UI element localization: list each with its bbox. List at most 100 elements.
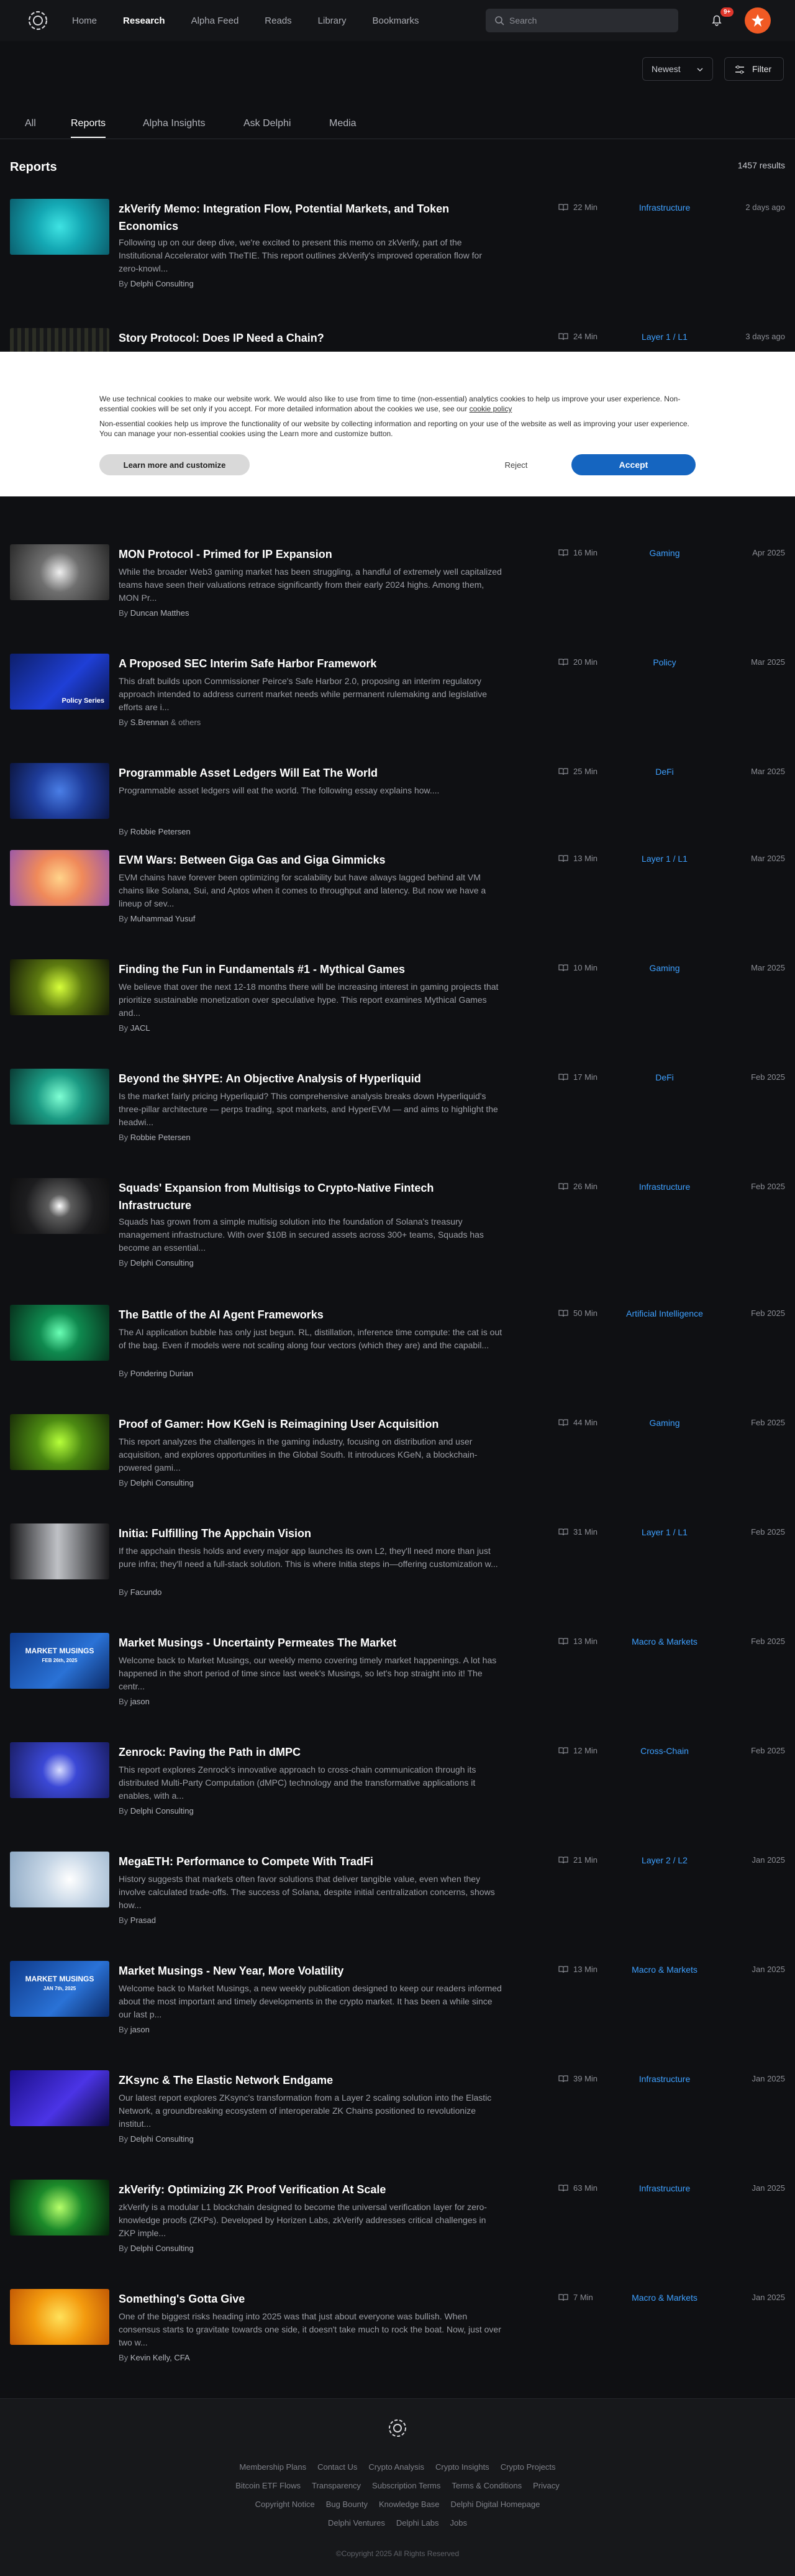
report-title[interactable]: The Battle of the AI Agent Frameworks bbox=[119, 1306, 473, 1323]
nav-bookmarks[interactable]: Bookmarks bbox=[373, 16, 419, 26]
market-musings-thumbnail[interactable]: MARKET MUSINGS FEB 26th, 2025 bbox=[10, 1633, 109, 1689]
nav-alpha-feed[interactable]: Alpha Feed bbox=[191, 16, 239, 26]
list-item[interactable]: EVM Wars: Between Giga Gas and Giga Gimm… bbox=[0, 850, 795, 956]
policy-series-thumbnail[interactable]: Policy Series bbox=[10, 654, 109, 710]
report-title[interactable]: A Proposed SEC Interim Safe Harbor Frame… bbox=[119, 655, 473, 672]
category-tag[interactable]: Layer 1 / L1 bbox=[621, 332, 708, 342]
author-name[interactable]: Delphi Consulting bbox=[130, 1258, 194, 1267]
report-title[interactable]: Initia: Fulfilling The Appchain Vision bbox=[119, 1525, 473, 1542]
list-item[interactable]: Zenrock: Paving the Path in dMPC This re… bbox=[0, 1742, 795, 1848]
author-name[interactable]: Prasad bbox=[130, 1916, 156, 1925]
nav-home[interactable]: Home bbox=[72, 16, 97, 26]
zkverify-thumbnail[interactable] bbox=[10, 199, 109, 255]
category-tag[interactable]: Artificial Intelligence bbox=[621, 1309, 708, 1318]
tab-ask-delphi[interactable]: Ask Delphi bbox=[243, 118, 291, 137]
footer-link[interactable]: Copyright Notice bbox=[255, 2500, 315, 2509]
search-input[interactable]: Search bbox=[486, 9, 678, 32]
footer-link[interactable]: Subscription Terms bbox=[372, 2481, 440, 2490]
list-item[interactable]: MON Protocol - Primed for IP Expansion W… bbox=[0, 544, 795, 650]
footer-link[interactable]: Bug Bounty bbox=[326, 2500, 368, 2509]
learn-more-button[interactable]: Learn more and customize bbox=[99, 454, 250, 475]
report-title[interactable]: Market Musings - New Year, More Volatili… bbox=[119, 1962, 473, 1980]
author-name[interactable]: jason bbox=[130, 2025, 150, 2034]
sort-select[interactable]: Newest bbox=[642, 57, 713, 81]
category-tag[interactable]: DeFi bbox=[621, 1072, 708, 1082]
author-name[interactable]: jason bbox=[130, 1697, 150, 1706]
author-name[interactable]: Delphi Consulting bbox=[130, 1806, 194, 1816]
report-title[interactable]: Beyond the $HYPE: An Objective Analysis … bbox=[119, 1070, 473, 1087]
hyperliquid-thumbnail[interactable] bbox=[10, 1069, 109, 1125]
evm-thumbnail[interactable] bbox=[10, 850, 109, 906]
report-title[interactable]: Programmable Asset Ledgers Will Eat The … bbox=[119, 764, 473, 782]
gotta-give-thumbnail[interactable] bbox=[10, 2289, 109, 2345]
delphi-logo-icon[interactable] bbox=[25, 7, 51, 34]
category-tag[interactable]: Layer 1 / L1 bbox=[621, 854, 708, 864]
nav-library[interactable]: Library bbox=[318, 16, 347, 26]
avatar[interactable] bbox=[745, 7, 771, 34]
megaeth-thumbnail[interactable] bbox=[10, 1852, 109, 1907]
list-item[interactable]: MegaETH: Performance to Compete With Tra… bbox=[0, 1852, 795, 1957]
report-title[interactable]: zkVerify: Optimizing ZK Proof Verificati… bbox=[119, 2181, 473, 2198]
author-name[interactable]: Delphi Consulting bbox=[130, 279, 194, 288]
market-musings-thumbnail[interactable]: MARKET MUSINGS JAN 7th, 2025 bbox=[10, 1961, 109, 2017]
author-name[interactable]: Duncan Matthes bbox=[130, 608, 189, 618]
filter-button[interactable]: Filter bbox=[724, 57, 784, 81]
list-item[interactable]: zkVerify Memo: Integration Flow, Potenti… bbox=[0, 199, 795, 304]
report-title[interactable]: MegaETH: Performance to Compete With Tra… bbox=[119, 1853, 473, 1870]
tab-reports[interactable]: Reports bbox=[71, 118, 106, 138]
kgen-thumbnail[interactable] bbox=[10, 1414, 109, 1470]
author-name[interactable]: Delphi Consulting bbox=[130, 2244, 194, 2253]
report-title[interactable]: Finding the Fun in Fundamentals #1 - Myt… bbox=[119, 961, 473, 978]
ledger-thumbnail[interactable] bbox=[10, 763, 109, 819]
category-tag[interactable]: Infrastructure bbox=[621, 203, 708, 212]
footer-link[interactable]: Delphi Ventures bbox=[328, 2518, 385, 2528]
nav-research[interactable]: Research bbox=[123, 16, 165, 26]
zenrock-thumbnail[interactable] bbox=[10, 1742, 109, 1798]
tab-alpha-insights[interactable]: Alpha Insights bbox=[143, 118, 206, 137]
report-title[interactable]: Market Musings - Uncertainty Permeates T… bbox=[119, 1634, 473, 1651]
author-name[interactable]: JACL bbox=[130, 1023, 150, 1033]
list-item[interactable]: Squads' Expansion from Multisigs to Cryp… bbox=[0, 1178, 795, 1284]
list-item[interactable]: Proof of Gamer: How KGeN is Reimagining … bbox=[0, 1414, 795, 1520]
footer-link[interactable]: Bitcoin ETF Flows bbox=[235, 2481, 301, 2490]
accept-button[interactable]: Accept bbox=[571, 454, 696, 475]
category-tag[interactable]: Layer 2 / L2 bbox=[621, 1855, 708, 1865]
nav-reads[interactable]: Reads bbox=[265, 16, 291, 26]
report-title[interactable]: EVM Wars: Between Giga Gas and Giga Gimm… bbox=[119, 851, 473, 869]
author-name[interactable]: Pondering Durian bbox=[130, 1369, 193, 1378]
author-name[interactable]: Robbie Petersen bbox=[130, 827, 191, 836]
footer-link[interactable]: Knowledge Base bbox=[379, 2500, 440, 2509]
author-name[interactable]: Delphi Consulting bbox=[130, 2134, 194, 2144]
list-item[interactable]: Beyond the $HYPE: An Objective Analysis … bbox=[0, 1069, 795, 1174]
author-name[interactable]: Muhammad Yusuf bbox=[130, 914, 196, 923]
zksync-thumbnail[interactable] bbox=[10, 2070, 109, 2126]
category-tag[interactable]: Infrastructure bbox=[621, 1182, 708, 1192]
author-name[interactable]: Kevin Kelly, CFA bbox=[130, 2353, 190, 2362]
report-title[interactable]: Zenrock: Paving the Path in dMPC bbox=[119, 1743, 473, 1761]
report-title[interactable]: ZKsync & The Elastic Network Endgame bbox=[119, 2071, 473, 2089]
category-tag[interactable]: Gaming bbox=[621, 548, 708, 558]
footer-link[interactable]: Transparency bbox=[312, 2481, 361, 2490]
footer-link[interactable]: Contact Us bbox=[317, 2462, 357, 2472]
footer-link[interactable]: Crypto Projects bbox=[501, 2462, 556, 2472]
category-tag[interactable]: Gaming bbox=[621, 1418, 708, 1428]
category-tag[interactable]: Macro & Markets bbox=[621, 1965, 708, 1975]
initia-thumbnail[interactable] bbox=[10, 1523, 109, 1579]
report-title[interactable]: MON Protocol - Primed for IP Expansion bbox=[119, 546, 473, 563]
list-item[interactable]: ZKsync & The Elastic Network Endgame Our… bbox=[0, 2070, 795, 2176]
squads-thumbnail[interactable] bbox=[10, 1178, 109, 1234]
category-tag[interactable]: Macro & Markets bbox=[621, 1637, 708, 1647]
list-item[interactable]: Initia: Fulfilling The Appchain Vision I… bbox=[0, 1523, 795, 1629]
list-item[interactable]: MARKET MUSINGS FEB 26th, 2025 Market Musi… bbox=[0, 1633, 795, 1738]
category-tag[interactable]: Infrastructure bbox=[621, 2074, 708, 2084]
footer-link[interactable]: Membership Plans bbox=[239, 2462, 306, 2472]
footer-link[interactable]: Terms & Conditions bbox=[452, 2481, 522, 2490]
footer-link[interactable]: Delphi Digital Homepage bbox=[451, 2500, 540, 2509]
mon-thumbnail[interactable] bbox=[10, 544, 109, 600]
author-name[interactable]: S.Brennan bbox=[130, 718, 168, 727]
report-title[interactable]: Story Protocol: Does IP Need a Chain? bbox=[119, 329, 473, 347]
list-item[interactable]: Something's Gotta Give One of the bigges… bbox=[0, 2289, 795, 2395]
footer-link[interactable]: Privacy bbox=[533, 2481, 560, 2490]
author-name[interactable]: Delphi Consulting bbox=[130, 1478, 194, 1487]
list-item[interactable]: Finding the Fun in Fundamentals #1 - Myt… bbox=[0, 959, 795, 1065]
